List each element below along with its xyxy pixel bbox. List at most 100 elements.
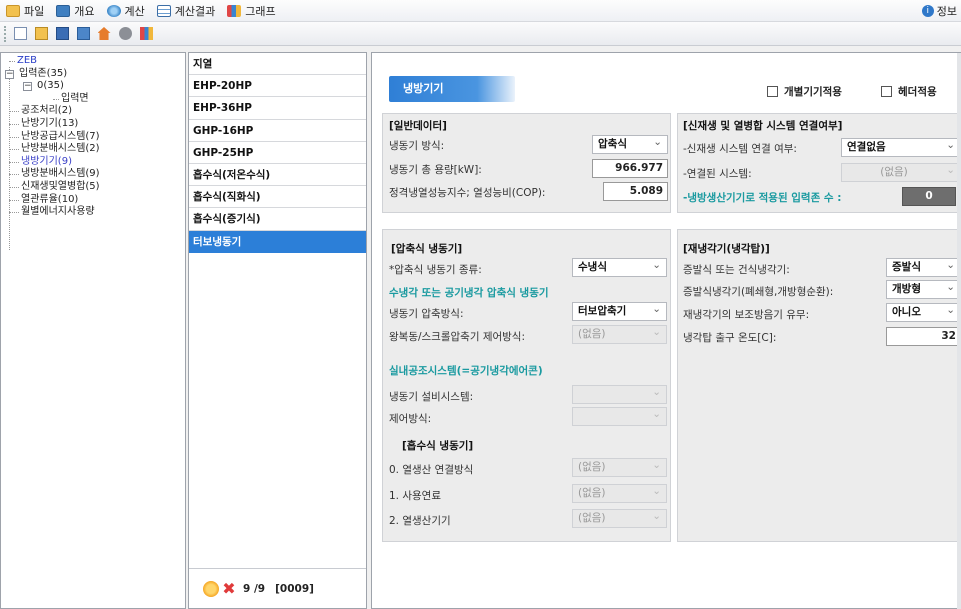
menu-info[interactable]: i 정보 xyxy=(921,0,957,22)
compression-method-select[interactable]: 터보압축기 xyxy=(572,301,667,321)
settings-button[interactable] xyxy=(116,25,134,43)
tree-item-label: 월별에너지사용량 xyxy=(21,206,95,218)
equipment-list: 지열 EHP-20HP EHP-36HP GHP-16HP GHP-25HP 흡… xyxy=(188,52,367,609)
tree-item-label: 열관류율(10) xyxy=(21,193,79,205)
list-footer: ✖ 9 /9 [0009] xyxy=(189,568,366,608)
list-item[interactable]: GHP-16HP xyxy=(189,120,366,142)
individual-equipment-checkbox[interactable]: 개별기기적용 xyxy=(767,84,842,99)
indoor-system-title: 실내공조시스템(=공기냉각에어콘) xyxy=(389,365,543,377)
cooling-equipment-panel: 냉방기기 개별기기적용 헤더적용 [일반데이터] 냉동기 방식: 압축식 냉동기… xyxy=(371,52,961,609)
add-item-icon[interactable] xyxy=(203,580,219,597)
calculate-icon xyxy=(106,4,121,17)
renewable-connection-section: [신재생 및 열병합 시스템 연결여부] -신재생 시스템 연결 여부: 연결없… xyxy=(677,113,961,213)
tree-item-zone-0[interactable]: − 0(35) xyxy=(1,80,185,93)
heat-equipment-select[interactable]: (없음) xyxy=(572,508,667,528)
heat-connection-label: 0. 열생산 연결방식 xyxy=(389,464,474,476)
tree-item-input-zone[interactable]: − 입력존(35) xyxy=(1,68,185,81)
menu-results-label: 계산결과 xyxy=(174,4,216,18)
panel-title: 냉방기기 xyxy=(389,76,515,102)
new-file-icon xyxy=(13,27,27,40)
section-title: [재냉각기(냉각탑)] xyxy=(683,243,770,255)
header-apply-checkbox[interactable]: 헤더적용 xyxy=(881,84,937,99)
open-folder-button[interactable] xyxy=(32,25,50,43)
section-title: [압축식 냉동기] xyxy=(391,243,463,255)
zone-count-label: -냉방생산기기로 적용된 입력존 수 : xyxy=(683,192,842,204)
section-title: [일반데이터] xyxy=(389,120,447,132)
tree-item-cooling-equipment[interactable]: 냉방기기(9) xyxy=(1,156,185,169)
tree-item-heating-equipment[interactable]: 난방기기(13) xyxy=(1,118,185,131)
chiller-type-label: *압축식 냉동기 종류: xyxy=(389,264,482,276)
tree-connector xyxy=(9,123,19,125)
tree-item-renewable-chp[interactable]: 신재생및열병합(5) xyxy=(1,181,185,194)
chiller-method-select[interactable]: 압축식 xyxy=(592,134,668,154)
delete-item-icon[interactable]: ✖ xyxy=(221,580,237,597)
checkbox-label: 개별기기적용 xyxy=(784,86,842,98)
scroll-control-select[interactable]: (없음) xyxy=(572,324,667,344)
menu-graph[interactable]: 그래프 xyxy=(221,0,281,22)
menu-file[interactable]: 파일 xyxy=(0,0,50,22)
list-item[interactable]: 흡수식(저온수식) xyxy=(189,164,366,187)
checkbox-box[interactable] xyxy=(767,86,778,97)
tree-item-label: 냉방분배시스템(9) xyxy=(21,168,100,180)
aux-silencer-label: 재냉각기의 보조방음기 유무: xyxy=(683,309,810,321)
menu-overview[interactable]: 개요 xyxy=(50,0,100,22)
home-button[interactable] xyxy=(95,25,113,43)
tree-item-heating-supply[interactable]: 난방공급시스템(7) xyxy=(1,131,185,144)
list-item[interactable]: EHP-20HP xyxy=(189,75,366,98)
tower-type-label: 증발식 또는 건식냉각기: xyxy=(683,264,790,276)
cop-input[interactable]: 5.089 xyxy=(603,182,668,201)
outlet-temp-input[interactable]: 32 xyxy=(886,327,961,346)
menu-graph-label: 그래프 xyxy=(245,4,276,18)
tree-connector xyxy=(9,111,19,113)
toolbar-grip[interactable] xyxy=(4,25,7,42)
new-file-button[interactable] xyxy=(11,25,29,43)
list-item[interactable]: 흡수식(증기식) xyxy=(189,208,366,231)
open-folder-icon xyxy=(34,27,48,40)
menu-results[interactable]: 계산결과 xyxy=(151,0,221,22)
fuel-select[interactable]: (없음) xyxy=(572,483,667,503)
list-item[interactable]: 지열 xyxy=(189,53,366,76)
menu-info-label: 정보 xyxy=(936,5,957,18)
save-button[interactable] xyxy=(53,25,71,43)
heat-equipment-label: 2. 열생산기기 xyxy=(389,515,451,527)
list-item-selected[interactable]: 터보냉동기 xyxy=(189,230,366,253)
item-counter: 9 /9 xyxy=(243,582,266,595)
tree-item-thermal-transmittance[interactable]: 열관류율(10) xyxy=(1,194,185,207)
connected-system-select[interactable]: (없음) xyxy=(841,162,961,182)
equipment-system-label: 냉동기 설비시스템: xyxy=(389,391,474,403)
save-as-button[interactable] xyxy=(74,25,92,43)
save-icon xyxy=(55,27,69,40)
tree-item-heating-distribution[interactable]: 난방분배시스템(2) xyxy=(1,143,185,156)
checkbox-label: 헤더적용 xyxy=(898,86,937,98)
renewable-connect-label: -신재생 시스템 연결 여부: xyxy=(683,143,797,155)
tree-item-monthly-energy[interactable]: 월별에너지사용량 xyxy=(1,206,185,219)
control-method-select[interactable] xyxy=(572,406,667,426)
tree-item-input-surface[interactable]: 입력면 xyxy=(1,93,185,106)
item-code: [0009] xyxy=(275,582,314,595)
tree-connector xyxy=(9,161,19,163)
tree-item-air-handling[interactable]: 공조처리(2) xyxy=(1,105,185,118)
collapse-icon[interactable]: − xyxy=(23,82,32,92)
list-item[interactable]: GHP-25HP xyxy=(189,142,366,164)
chart-button[interactable] xyxy=(137,25,155,43)
checkbox-box[interactable] xyxy=(881,86,892,97)
chiller-type-select[interactable]: 수냉식 xyxy=(572,257,667,277)
save-as-icon xyxy=(76,27,90,40)
menu-overview-label: 개요 xyxy=(74,4,95,18)
tower-type-select[interactable]: 증발식 xyxy=(886,257,961,277)
tree-item-cooling-distribution[interactable]: 냉방분배시스템(9) xyxy=(1,168,185,181)
collapse-icon[interactable]: − xyxy=(5,69,14,79)
list-item[interactable]: EHP-36HP xyxy=(189,97,366,120)
heat-connection-select[interactable]: (없음) xyxy=(572,457,667,477)
evaporative-type-select[interactable]: 개방형 xyxy=(886,279,961,299)
panel-scrollbar[interactable] xyxy=(957,53,961,609)
menu-calculate[interactable]: 계산 xyxy=(101,0,151,22)
renewable-connect-select[interactable]: 연결없음 xyxy=(841,137,961,157)
equipment-system-select[interactable] xyxy=(572,384,667,404)
chiller-capacity-input[interactable]: 966.977 xyxy=(592,159,668,178)
cooling-subtitle: 수냉각 또는 공기냉각 압축식 냉동기 xyxy=(389,287,549,299)
list-item[interactable]: 흡수식(직화식) xyxy=(189,186,366,209)
aux-silencer-select[interactable]: 아니오 xyxy=(886,302,961,322)
tree-item-zeb[interactable]: ZEB xyxy=(1,55,185,68)
tree-item-label: 난방기기(13) xyxy=(21,117,79,129)
